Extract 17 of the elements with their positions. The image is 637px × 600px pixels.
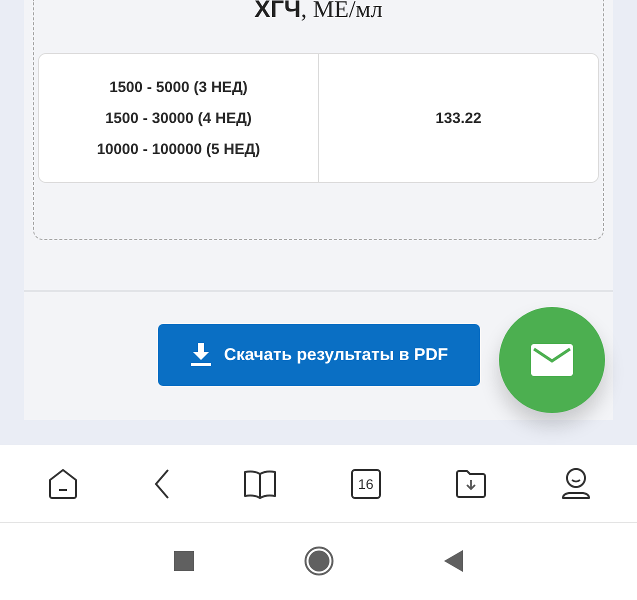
book-icon[interactable]	[244, 468, 276, 498]
calendar-icon[interactable]: 16	[350, 468, 381, 498]
norm-range: 10000 - 100000 (5 НЕД)	[96, 140, 260, 160]
mail-icon	[531, 344, 573, 376]
folder-download-icon[interactable]	[455, 468, 488, 498]
profile-icon[interactable]	[562, 468, 590, 500]
result-title: ХГЧ, МЕ/мл	[253, 0, 384, 25]
home-icon[interactable]	[304, 546, 334, 576]
back-icon[interactable]	[444, 550, 464, 572]
download-pdf-button[interactable]: Скачать результаты в PDF	[158, 324, 480, 386]
norm-range: 1500 - 30000 (4 НЕД)	[105, 108, 252, 128]
recents-icon[interactable]	[174, 551, 194, 571]
download-icon	[190, 343, 212, 367]
home-icon[interactable]	[47, 468, 80, 500]
norm-range: 1500 - 5000 (3 НЕД)	[109, 78, 248, 98]
back-icon[interactable]	[154, 468, 170, 498]
result-value: 133.22	[436, 110, 482, 126]
